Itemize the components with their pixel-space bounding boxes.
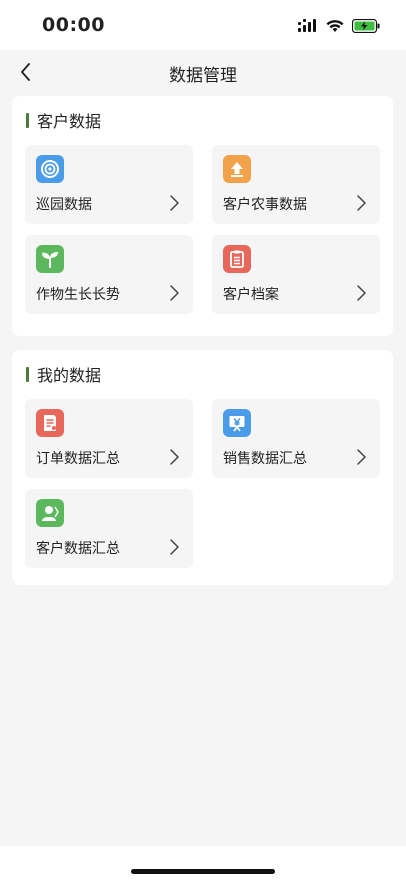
tile-crop-growth[interactable]: 作物生长长势 <box>25 235 193 314</box>
chevron-right-icon <box>170 285 179 301</box>
customer-person-icon <box>36 499 64 527</box>
tile-customer-summary[interactable]: 客户数据汇总 <box>25 489 193 568</box>
wifi-icon <box>326 18 344 37</box>
chevron-right-icon <box>170 195 179 211</box>
tile-label: 订单数据汇总 <box>36 451 120 467</box>
upload-arrow-icon <box>223 155 251 183</box>
sprout-icon <box>36 245 64 273</box>
page-title: 数据管理 <box>169 66 237 86</box>
section-accent-bar <box>26 366 29 382</box>
bottom-safe-area <box>0 846 406 883</box>
tile-order-summary[interactable]: 订单数据汇总 <box>25 399 193 478</box>
section-title-text: 客户数据 <box>37 112 102 131</box>
tile-sales-summary[interactable]: 销售数据汇总 <box>212 399 380 478</box>
signal-icon <box>298 18 318 37</box>
status-time: 00:00 <box>42 14 105 36</box>
status-bar: 00:00 <box>0 0 406 50</box>
tile-label: 作物生长长势 <box>36 287 120 303</box>
my-data-card: 我的数据 订单数据汇总 销售数据汇总 客户数据汇总 <box>12 350 393 585</box>
tile-label: 客户数据汇总 <box>36 541 120 557</box>
nav-bar: 数据管理 <box>0 50 406 94</box>
tile-customer-profile[interactable]: 客户档案 <box>212 235 380 314</box>
document-file-icon <box>223 245 251 273</box>
sales-yuan-icon <box>223 409 251 437</box>
section-title: 我的数据 <box>26 364 102 385</box>
tile-label: 销售数据汇总 <box>223 451 307 467</box>
order-list-icon <box>36 409 64 437</box>
tile-label: 客户档案 <box>223 287 279 303</box>
patrol-target-icon <box>36 155 64 183</box>
chevron-right-icon <box>357 285 366 301</box>
tile-label: 巡园数据 <box>36 197 92 213</box>
status-icons <box>298 18 380 37</box>
chevron-right-icon <box>357 195 366 211</box>
section-title: 客户数据 <box>26 110 102 131</box>
battery-charging-icon <box>351 18 380 37</box>
chevron-right-icon <box>170 539 179 555</box>
chevron-right-icon <box>170 449 179 465</box>
tile-customer-farming-data[interactable]: 客户农事数据 <box>212 145 380 224</box>
section-accent-bar <box>26 112 29 128</box>
tile-patrol-data[interactable]: 巡园数据 <box>25 145 193 224</box>
section-title-text: 我的数据 <box>37 366 102 385</box>
home-indicator[interactable] <box>131 869 275 874</box>
chevron-right-icon <box>357 449 366 465</box>
customer-data-card: 客户数据 巡园数据 客户农事数据 作物生长长势 客户档案 <box>12 96 393 336</box>
tile-label: 客户农事数据 <box>223 197 307 213</box>
